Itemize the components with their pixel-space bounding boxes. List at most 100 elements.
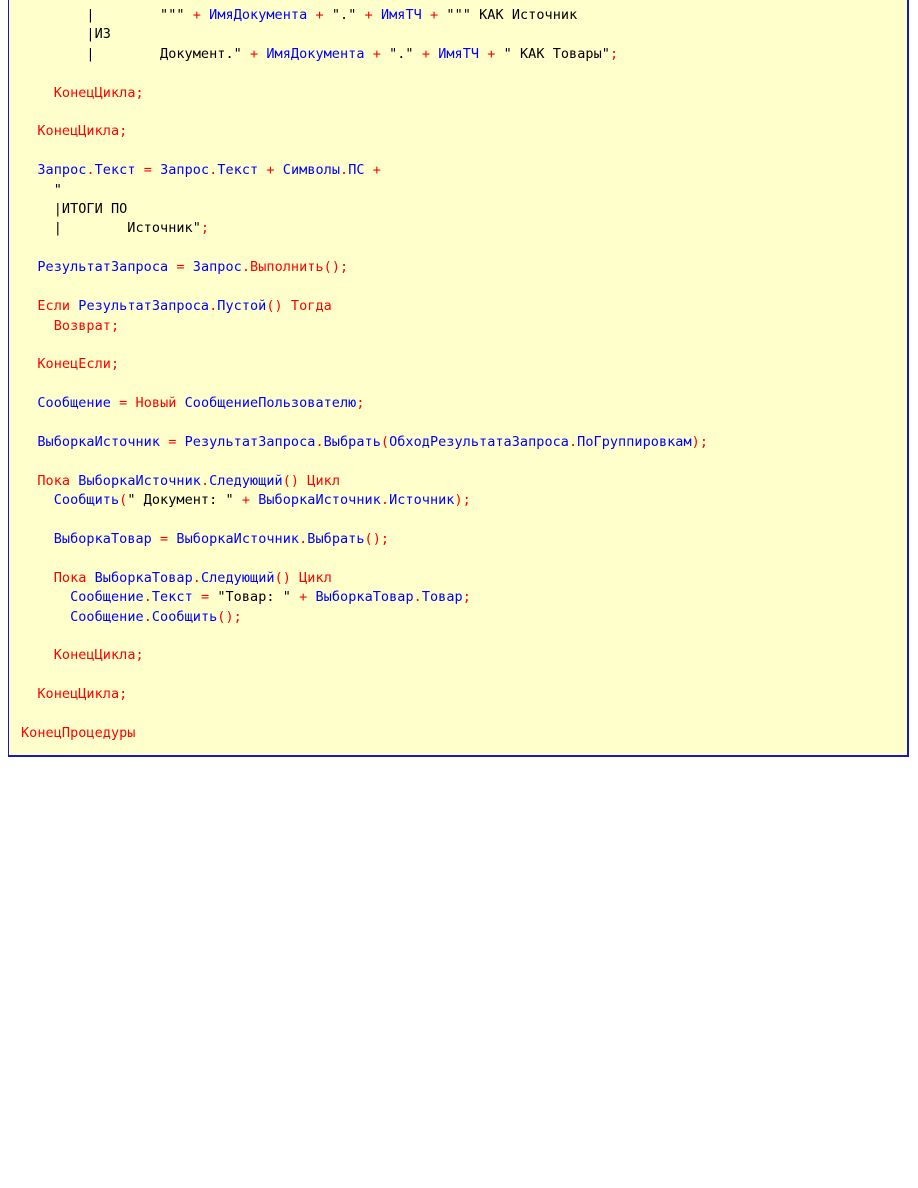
code-token-operator: () bbox=[282, 472, 300, 489]
code-token-identifier: Текст bbox=[151, 589, 193, 606]
blank-line bbox=[21, 549, 708, 568]
code-token-whitespace bbox=[307, 589, 315, 605]
code-line: ВыборкаИсточник = РезультатЗапроса.Выбра… bbox=[21, 433, 708, 452]
code-token-operator: + bbox=[372, 162, 381, 179]
code-token-operator: () bbox=[274, 569, 291, 586]
code-line: Запрос.Текст = Запрос.Текст + Символы.ПС… bbox=[21, 161, 708, 180]
code-token-identifier: ИмяТЧ bbox=[438, 45, 480, 62]
code-token-whitespace bbox=[152, 531, 160, 547]
code-line: Сообщить(" Документ: " + ВыборкаИсточник… bbox=[21, 491, 708, 510]
code-token-operator: ; bbox=[200, 220, 210, 237]
code-token-whitespace bbox=[160, 434, 168, 450]
code-token-operator: ; bbox=[119, 686, 128, 703]
blank-line bbox=[21, 511, 708, 530]
code-token-whitespace bbox=[275, 162, 283, 178]
blank-line bbox=[21, 239, 708, 258]
code-token-identifier: ПоГруппировкам bbox=[577, 433, 692, 450]
code-token-operator: . bbox=[413, 589, 422, 606]
blank-line bbox=[21, 375, 708, 394]
code-token-operator: ; bbox=[110, 317, 120, 334]
code-token-identifier: ОбходРезультатаЗапроса bbox=[389, 433, 569, 450]
code-token-identifier: Сообщение bbox=[37, 395, 111, 412]
code-line: ВыборкаТовар = ВыборкаИсточник.Выбрать()… bbox=[21, 530, 708, 549]
code-token-identifier: Товар bbox=[421, 589, 463, 606]
code-token-identifier: ИмяДокумента bbox=[209, 7, 308, 23]
code-token-operator: ; bbox=[110, 356, 120, 373]
code-token-operator: (); bbox=[364, 530, 390, 547]
code-token-whitespace bbox=[176, 434, 184, 450]
code-token-operator: . bbox=[315, 433, 324, 450]
code-token-keyword: Пока bbox=[53, 569, 87, 586]
code-token-identifier: Сообщить bbox=[151, 608, 218, 625]
code-line: |ИТОГИ ПО bbox=[21, 200, 708, 219]
code-token-identifier: ВыборкаТовар bbox=[53, 530, 152, 547]
code-token-identifier: Следующий bbox=[200, 569, 275, 586]
code-token-identifier: Текст bbox=[94, 162, 136, 179]
blank-line bbox=[21, 103, 708, 122]
code-token-identifier: Выбрать bbox=[307, 530, 365, 547]
code-token-operator: ); bbox=[691, 433, 709, 450]
code-token-identifier: РезультатЗапроса bbox=[184, 433, 316, 450]
code-token-whitespace bbox=[291, 570, 299, 586]
code-token-operator: . bbox=[241, 259, 251, 276]
code-token-string: | Источник" bbox=[21, 220, 201, 237]
code-line: Если РезультатЗапроса.Пустой() Тогда bbox=[21, 297, 708, 316]
code-token-whitespace bbox=[324, 7, 332, 23]
code-line: Возврат; bbox=[21, 317, 708, 336]
blank-line bbox=[21, 666, 708, 685]
code-token-keyword: КонецЦикла bbox=[53, 84, 136, 101]
code-token-operator: + bbox=[364, 7, 373, 23]
code-token-keyword: КонецЦикла bbox=[37, 686, 120, 703]
code-token-whitespace: | bbox=[21, 7, 161, 23]
code-token-operator: ; bbox=[609, 45, 619, 62]
code-token-whitespace bbox=[430, 46, 438, 62]
code-token-operator: ); bbox=[454, 492, 471, 509]
code-token-whitespace bbox=[21, 298, 37, 314]
blank-line bbox=[21, 336, 708, 355]
code-token-whitespace bbox=[21, 531, 54, 547]
code-token-identifier: ПС bbox=[348, 162, 365, 179]
code-token-operator: ; bbox=[119, 123, 128, 140]
code-token-identifier: ВыборкаТовар bbox=[315, 589, 414, 606]
code-token-whitespace bbox=[193, 589, 201, 605]
code-line: КонецЕсли; bbox=[21, 355, 708, 374]
code-token-identifier: РезультатЗапроса bbox=[78, 298, 210, 315]
code-token-identifier: Выбрать bbox=[323, 433, 381, 450]
blank-line bbox=[21, 278, 708, 297]
code-token-identifier: РезультатЗапроса bbox=[37, 259, 169, 276]
code-token-operator: = bbox=[176, 259, 185, 276]
code-token-identifier: Символы bbox=[282, 162, 341, 179]
code-token-whitespace bbox=[21, 162, 37, 178]
code-token-whitespace bbox=[127, 395, 135, 411]
code-token-whitespace bbox=[21, 85, 54, 101]
code-token-operator: ; bbox=[356, 395, 365, 412]
code-token-whitespace bbox=[21, 395, 37, 411]
code-line: |ИЗ bbox=[21, 25, 708, 44]
code-token-string: "Товар: " bbox=[217, 589, 291, 606]
code-token-operator: + bbox=[315, 7, 324, 23]
code-token-whitespace bbox=[365, 46, 373, 62]
code-token-identifier: ВыборкаИсточник bbox=[258, 492, 381, 509]
code-token-whitespace bbox=[21, 686, 37, 702]
code-token-keyword: Возврат bbox=[53, 317, 111, 334]
code-line: КонецЦикла; bbox=[21, 122, 708, 141]
code-token-operator: + bbox=[372, 45, 381, 62]
code-token-keyword: КонецЕсли bbox=[37, 356, 111, 373]
code-token-string: """ КАК Источник bbox=[446, 7, 578, 23]
code-token-identifier: Пустой bbox=[217, 298, 267, 315]
code-token-keyword: Пока bbox=[37, 472, 71, 489]
code-token-identifier: ВыборкаИсточник bbox=[78, 472, 201, 489]
code-token-keyword: Цикл bbox=[307, 472, 340, 489]
code-token-whitespace bbox=[283, 298, 291, 314]
code-line: КонецЦикла; bbox=[21, 685, 708, 704]
code-token-keyword: КонецПроцедуры bbox=[21, 725, 136, 742]
code-token-operator: + bbox=[250, 45, 259, 62]
code-token-operator: + bbox=[241, 492, 251, 509]
code-token-identifier: ВыборкаИсточник bbox=[176, 530, 300, 547]
code-lines: | """ + ИмяДокумента + "." + ИмяТЧ + """… bbox=[21, 6, 708, 743]
code-token-operator: ; bbox=[135, 647, 144, 664]
code-token-whitespace bbox=[21, 473, 37, 489]
code-token-operator: () bbox=[266, 298, 283, 315]
code-token-whitespace bbox=[381, 46, 389, 62]
code-token-whitespace bbox=[291, 589, 299, 605]
